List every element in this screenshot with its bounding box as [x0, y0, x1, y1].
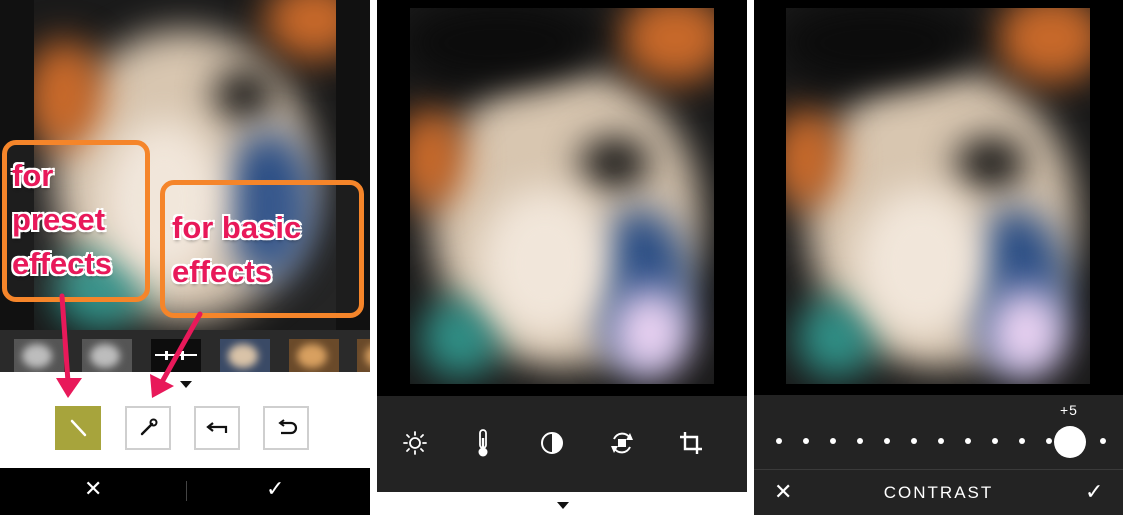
rotate-button[interactable]	[605, 426, 639, 460]
adjustment-title: CONTRAST	[883, 483, 994, 502]
slider-step-dot	[1100, 438, 1106, 444]
temperature-button[interactable]	[466, 426, 500, 460]
slider-step-dot	[938, 438, 944, 444]
slider-step-dot	[776, 438, 782, 444]
lion-photo	[410, 8, 714, 384]
slider-step-dot	[884, 438, 890, 444]
preset-arrow	[59, 293, 71, 385]
panel-contrast-adjust: +5 ✕ CONTRAST ✓	[754, 0, 1123, 515]
crop-button[interactable]	[674, 426, 708, 460]
panel-preset-editor: for preset effects for basic effects ✕ ✓	[0, 0, 370, 515]
photo-canvas	[377, 0, 747, 396]
contrast-icon	[541, 432, 563, 454]
crop-icon	[680, 432, 702, 454]
annotation-arrows	[56, 293, 203, 398]
brightness-button[interactable]	[398, 426, 432, 460]
photo-canvas	[754, 0, 1123, 395]
slider-step-dot	[1046, 438, 1052, 444]
caret-down-icon[interactable]	[557, 502, 569, 509]
slider-step-dot	[911, 438, 917, 444]
rotate-icon	[611, 432, 633, 454]
slider-value-label: +5	[1060, 402, 1078, 418]
slider-step-dot	[1019, 438, 1025, 444]
preset-arrow-head	[56, 378, 82, 398]
confirm-button[interactable]: ✓	[1085, 481, 1103, 503]
contrast-button[interactable]	[535, 426, 569, 460]
slider-step-dot	[857, 438, 863, 444]
slider-step-dot	[992, 438, 998, 444]
basic-arrow	[159, 311, 203, 385]
slider-step-dot	[803, 438, 809, 444]
temperature-icon	[478, 429, 488, 457]
contrast-slider-knob[interactable]	[1054, 426, 1086, 458]
lion-photo	[786, 8, 1090, 384]
panel-basic-tools	[377, 0, 747, 515]
brightness-icon	[403, 431, 427, 455]
slider-step-dot	[830, 438, 836, 444]
slider-step-dot	[965, 438, 971, 444]
